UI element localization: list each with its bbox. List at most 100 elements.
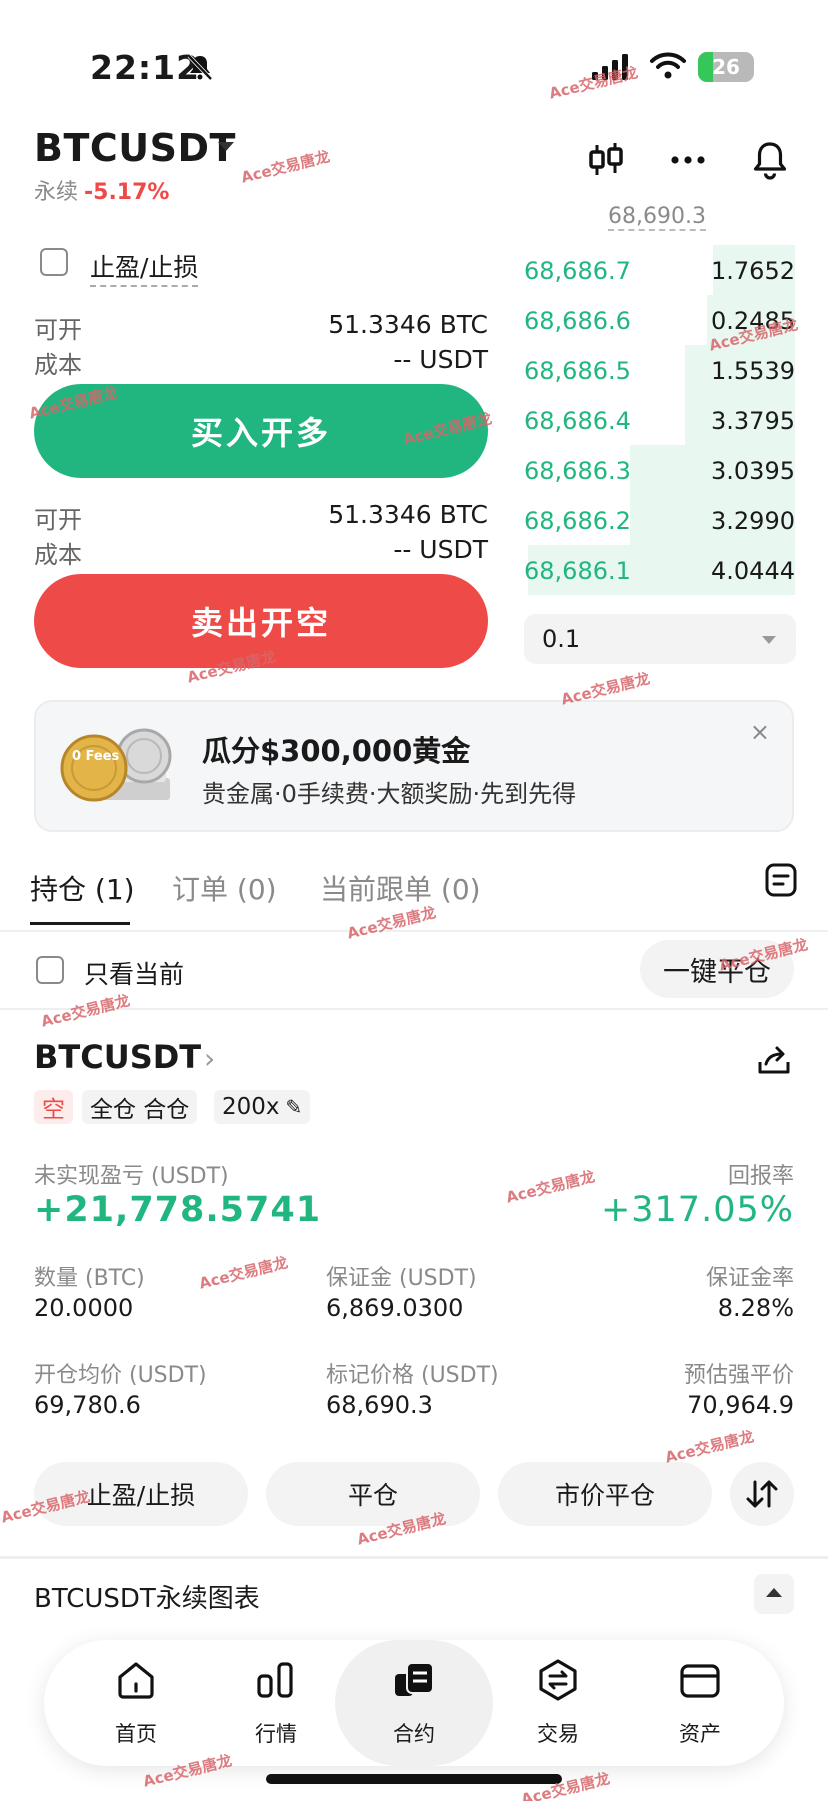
chevron-right-icon[interactable]: › [204,1042,215,1075]
margin-label: 保证金 (USDT) [326,1266,477,1291]
order-book-row[interactable]: 68,686.5 1.5539 [520,345,795,395]
status-time: 22:12 [90,48,201,87]
long-cost-label: 成本 [34,351,82,379]
close-position-button[interactable]: 平仓 [266,1462,480,1526]
price-step-value: 0.1 [542,625,581,653]
margin-ratio-label: 保证金率 [705,1266,794,1291]
leverage-badge[interactable]: 200x ✎ [214,1090,311,1124]
chart-section-title[interactable]: BTCUSDT永续图表 [34,1578,260,1615]
nav-assets[interactable]: 资产 [626,1640,774,1766]
liquidation-price-label: 预估强平价 [683,1363,794,1388]
tab-orders[interactable]: 订单 (0) [172,868,277,908]
futures-icon [395,1662,434,1696]
ob-price: 68,686.7 [524,257,631,285]
pair-symbol[interactable]: BTCUSDT [34,126,236,170]
battery-indicator: 26 [698,52,754,82]
coin-label: 0 Fees [72,749,120,764]
margin-value: 6,869.0300 [326,1294,464,1322]
margin-ratio-value: 8.28% [717,1294,794,1322]
roe-label: 回报率 [727,1164,794,1189]
home-icon [118,1662,154,1699]
edit-icon: ✎ [285,1095,303,1119]
share-icon[interactable] [756,1042,792,1078]
liquidation-price-value: 70,964.9 [687,1391,794,1419]
short-cost-value: -- USDT [393,535,488,564]
entry-price-value: 69,780.6 [34,1391,141,1419]
ob-price: 68,686.6 [524,307,631,335]
tpsl-label[interactable]: 止盈/止损 [90,248,199,287]
bell-off-icon [187,54,213,81]
watermark: Ace交易唐龙 [197,1253,290,1293]
only-current-label[interactable]: 只看当前 [84,955,184,991]
ob-price: 68,686.5 [524,357,631,385]
nav-trade[interactable]: 交易 [484,1640,632,1766]
watermark: Ace交易唐龙 [39,991,132,1031]
nav-market[interactable]: 行情 [202,1640,350,1766]
ob-qty: 1.5539 [711,357,795,385]
home-indicator[interactable] [266,1774,562,1784]
unrealized-pnl-label: 未实现盈亏 (USDT) [34,1164,229,1189]
order-book-row[interactable]: 68,686.3 3.0395 [520,445,795,495]
wallet-icon [680,1664,720,1698]
ob-price: 68,686.1 [524,557,631,585]
contract-info: 永续 -5.17% [34,174,169,206]
chevron-up-icon[interactable] [754,1574,794,1614]
close-icon[interactable]: × [750,718,770,746]
quantity-value: 20.0000 [34,1294,134,1322]
short-avail-label: 可开 [34,506,82,534]
order-book: 68,686.7 1.7652 68,686.6 0.2485 68,686.5 1.… [520,245,795,595]
tab-positions[interactable]: 持仓 (1) [30,868,135,908]
watermark: Ace交易唐龙 [504,1167,597,1207]
side-badge: 空 [34,1090,73,1124]
long-cost-value: -- USDT [393,345,488,374]
document-icon[interactable] [764,862,798,898]
market-icon [257,1662,293,1698]
card-divider [0,1556,828,1559]
notification-bell-icon[interactable] [750,140,790,180]
market-close-button[interactable]: 市价平仓 [498,1462,712,1526]
ob-qty: 4.0444 [711,557,795,585]
pair-dropdown-icon[interactable] [218,142,234,151]
order-book-row[interactable]: 68,686.1 4.0444 [520,545,795,595]
watermark: Ace交易唐龙 [519,1769,612,1801]
battery-percent: 26 [712,55,740,79]
ob-qty: 3.0395 [711,457,795,485]
watermark: Ace交易唐龙 [663,1427,756,1467]
reverse-position-icon[interactable] [730,1462,794,1526]
price-change: -5.17% [84,180,170,205]
unrealized-pnl-value: +21,778.5741 [34,1190,322,1230]
long-avail-value: 51.3346 BTC [328,310,488,339]
watermark: Ace交易唐龙 [239,147,332,187]
margin-mode-badge: 全仓 合仓 [82,1090,198,1124]
order-book-row[interactable]: 68,686.4 3.3795 [520,395,795,445]
mark-price-label: 标记价格 (USDT) [326,1363,499,1388]
active-tab-indicator [30,922,130,925]
roe-value: +317.05% [600,1190,794,1230]
candlestick-chart-icon[interactable] [586,140,626,180]
chevron-down-icon [762,636,776,644]
nav-futures[interactable]: 合约 [335,1640,493,1766]
order-book-row[interactable]: 68,686.2 3.2990 [520,495,795,545]
banner-title: 瓜分$300,000黄金 [202,734,471,768]
nav-home[interactable]: 首页 [62,1640,210,1766]
position-symbol[interactable]: BTCUSDT [34,1038,201,1076]
tpsl-checkbox[interactable] [40,248,68,276]
last-price: 68,690.3 [608,204,706,231]
only-current-checkbox[interactable] [36,956,64,984]
long-avail-label: 可开 [34,316,82,344]
price-step-select[interactable]: 0.1 [524,614,796,664]
nav-home-label: 首页 [115,1722,157,1746]
contract-type: 永续 [34,180,79,205]
ob-qty: 3.3795 [711,407,795,435]
tab-copy-trading[interactable]: 当前跟单 (0) [320,868,481,908]
quantity-label: 数量 (BTC) [34,1266,145,1291]
more-icon[interactable] [668,140,708,180]
nav-futures-label: 合约 [393,1722,435,1746]
ob-price: 68,686.4 [524,407,631,435]
trade-icon [539,1659,577,1701]
order-book-row[interactable]: 68,686.7 1.7652 [520,245,795,295]
promo-banner[interactable]: 0 Fees 瓜分$300,000黄金 贵金属·0手续费·大额奖励·先到先得 × [34,700,794,832]
nav-trade-label: 交易 [537,1722,579,1746]
entry-price-label: 开仓均价 (USDT) [34,1363,207,1388]
tabs-divider [0,930,828,932]
